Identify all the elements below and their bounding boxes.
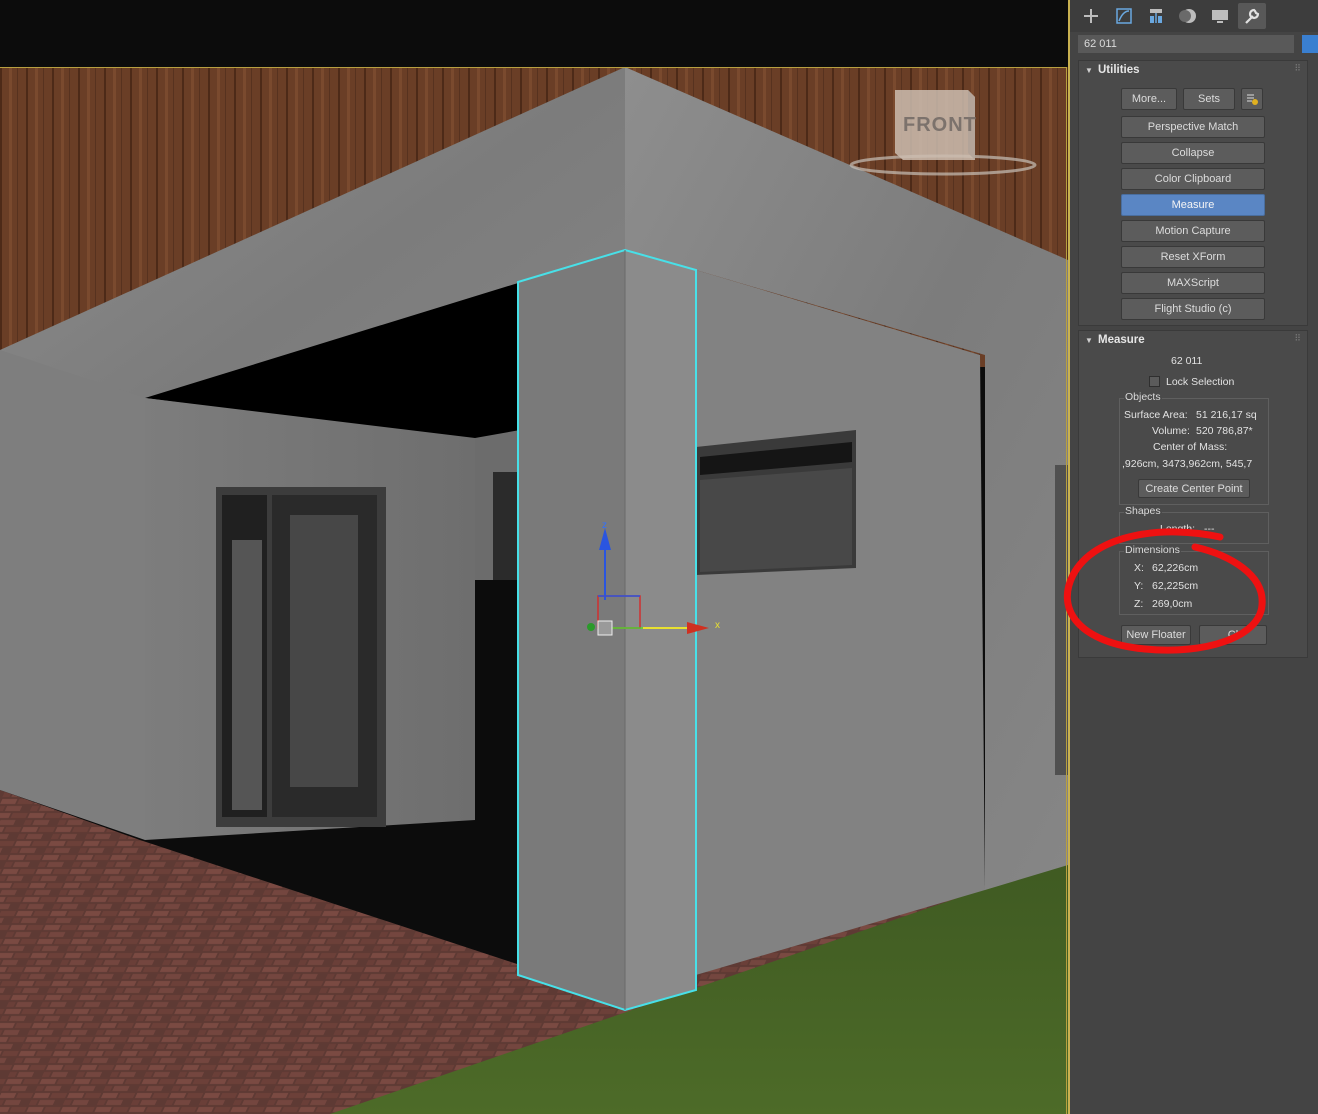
motion-tab[interactable]	[1174, 3, 1202, 29]
lock-selection-label[interactable]: Lock Selection	[1166, 376, 1234, 388]
maxscript-button[interactable]: MAXScript	[1121, 272, 1265, 294]
new-floater-button[interactable]: New Floater	[1121, 625, 1191, 645]
dimensions-group-label: Dimensions	[1124, 544, 1181, 556]
utilities-tab-icon	[1245, 8, 1260, 24]
dimension-x-value: 62,226cm	[1152, 562, 1199, 574]
color-clipboard-button[interactable]: Color Clipboard	[1121, 168, 1265, 190]
dimension-z-value: 269,0cm	[1152, 598, 1193, 610]
surface-area-label: Surface Area:	[1124, 409, 1188, 421]
length-value: ---	[1204, 523, 1215, 535]
create-center-point-button[interactable]: Create Center Point	[1138, 479, 1250, 498]
measure-title: Measure	[1098, 334, 1145, 346]
command-panel-tabs	[1070, 0, 1318, 32]
command-panel: 62 011 ▼ Utilities ⠿ More... Sets Perspe…	[1068, 0, 1318, 1114]
more-button[interactable]: More...	[1121, 88, 1177, 110]
object-color-swatch[interactable]	[1302, 35, 1318, 53]
dimension-y-label: Y:	[1134, 580, 1144, 592]
length-label: Length:	[1160, 523, 1196, 535]
object-name-field[interactable]: 62 011	[1078, 35, 1294, 53]
close-button[interactable]: Cl	[1199, 625, 1267, 645]
collapse-arrow-icon[interactable]: ▼	[1085, 336, 1093, 345]
motion-tab-icon	[1179, 9, 1196, 23]
shapes-group-label: Shapes	[1124, 505, 1162, 517]
hierarchy-tab-icon	[1150, 9, 1162, 23]
utilities-tab[interactable]	[1238, 3, 1266, 29]
objects-group: Objects Surface Area: 51 216,17 sq Volum…	[1119, 391, 1269, 505]
measure-button[interactable]: Measure	[1121, 194, 1265, 216]
surface-area-value: 51 216,17 sq	[1196, 409, 1257, 421]
center-of-mass-value: ,926cm, 3473,962cm, 545,7	[1122, 458, 1253, 470]
reset-xform-button[interactable]: Reset XForm	[1121, 246, 1265, 268]
dimension-x-label: X:	[1134, 562, 1144, 574]
dimension-z-label: Z:	[1134, 598, 1144, 610]
transform-gizmo-icon[interactable]	[583, 520, 733, 645]
volume-value: 520 786,87*	[1196, 425, 1253, 437]
volume-label: Volume:	[1152, 425, 1190, 437]
viewcube-front-label[interactable]: FRONT	[903, 114, 977, 137]
measured-object-name: 62 011	[1171, 355, 1203, 367]
center-of-mass-label: Center of Mass:	[1153, 441, 1228, 453]
modify-tab[interactable]	[1110, 3, 1138, 29]
utilities-rollout-header[interactable]: ▼ Utilities ⠿	[1079, 61, 1307, 81]
motion-capture-button[interactable]: Motion Capture	[1121, 220, 1265, 242]
perspective-viewport[interactable]: FRONT x z	[0, 0, 1068, 1114]
flight-studio-button[interactable]: Flight Studio (c)	[1121, 298, 1265, 320]
rollout-grip-icon[interactable]: ⠿	[1294, 333, 1301, 344]
shapes-group: Shapes Length: ---	[1119, 505, 1269, 544]
rollout-grip-icon[interactable]: ⠿	[1294, 63, 1301, 74]
create-tab-icon	[1084, 9, 1098, 23]
display-tab-icon	[1212, 10, 1228, 23]
dimensions-group: Dimensions X: 62,226cm Y: 62,225cm Z: 26…	[1119, 544, 1269, 615]
dimension-y-value: 62,225cm	[1152, 580, 1199, 592]
gizmo-z-label: z	[602, 520, 607, 531]
modify-tab-icon	[1116, 8, 1132, 24]
hierarchy-tab[interactable]	[1142, 3, 1170, 29]
measure-rollout-header[interactable]: ▼ Measure ⠿	[1079, 331, 1307, 351]
create-tab[interactable]	[1077, 3, 1105, 29]
utilities-title: Utilities	[1098, 64, 1140, 76]
gizmo-x-label: x	[715, 620, 720, 631]
objects-group-label: Objects	[1124, 391, 1162, 403]
configure-sets-icon	[1247, 94, 1258, 105]
collapse-button[interactable]: Collapse	[1121, 142, 1265, 164]
configure-sets-button[interactable]	[1241, 88, 1263, 110]
perspective-match-button[interactable]: Perspective Match	[1121, 116, 1265, 138]
display-tab[interactable]	[1206, 3, 1234, 29]
sets-button[interactable]: Sets	[1183, 88, 1235, 110]
collapse-arrow-icon[interactable]: ▼	[1085, 66, 1093, 75]
measure-rollout: ▼ Measure ⠿ 62 011 Lock Selection Object…	[1078, 330, 1308, 658]
lock-selection-checkbox[interactable]	[1149, 376, 1160, 387]
utilities-rollout: ▼ Utilities ⠿ More... Sets Perspective M…	[1078, 60, 1308, 326]
